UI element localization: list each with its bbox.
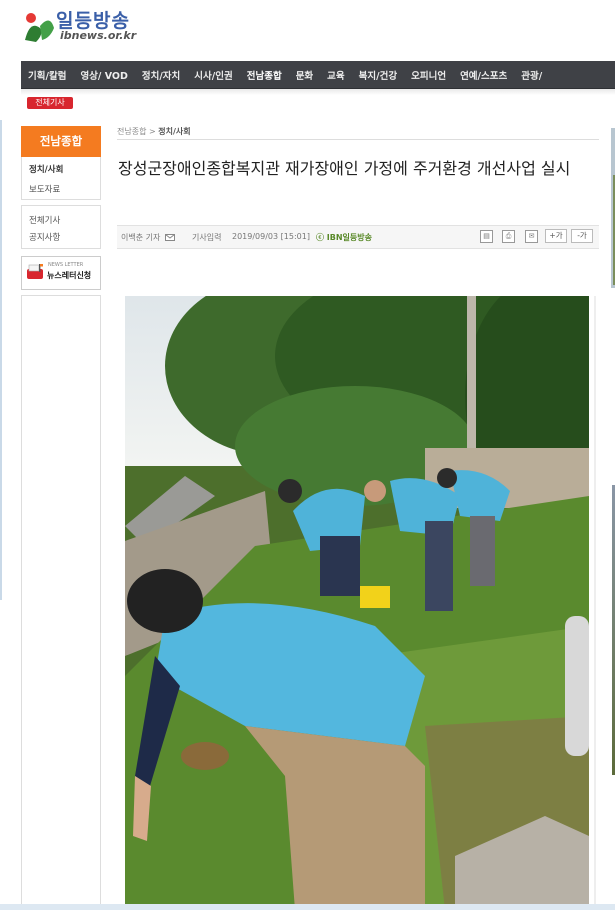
- nav-item-8[interactable]: 오피니언: [404, 68, 453, 82]
- reporter-name[interactable]: 이백춘 기자: [121, 232, 175, 243]
- nav-item-10[interactable]: 관광/: [514, 68, 549, 82]
- bottom-strip: [0, 904, 615, 910]
- photo-shadow: [594, 296, 596, 910]
- all-articles-button[interactable]: 전체기사: [27, 97, 73, 109]
- nav-item-1[interactable]: 영상/ VOD: [73, 68, 134, 82]
- breadcrumb: 전남종합 > 정치/사회: [117, 126, 191, 137]
- nav-item-0[interactable]: 기획/칼럼: [21, 68, 73, 82]
- mailbox-icon: [27, 264, 43, 279]
- breadcrumb-divider: [117, 139, 599, 140]
- reporter-label: 이백춘 기자: [121, 233, 161, 242]
- sidebar-empty-box: [21, 295, 101, 907]
- nav-shadow: [21, 89, 615, 95]
- sidebar-link-notice[interactable]: 공지사항: [29, 231, 60, 243]
- newsletter-label[interactable]: 뉴스레터신청: [47, 270, 91, 281]
- left-edge-strip: [0, 120, 2, 600]
- list-icon[interactable]: ▤: [480, 230, 493, 243]
- breadcrumb-parent[interactable]: 전남종합: [117, 127, 146, 136]
- nav-item-6[interactable]: 교육: [320, 68, 351, 82]
- breadcrumb-current[interactable]: 정치/사회: [158, 127, 190, 136]
- print-icon[interactable]: ⎙: [502, 230, 515, 243]
- nav-item-5[interactable]: 문화: [289, 68, 320, 82]
- sidebar-header[interactable]: 전남종합: [21, 126, 101, 157]
- breadcrumb-separator: >: [149, 127, 156, 136]
- email-icon[interactable]: [164, 234, 175, 241]
- date-label: 기사입력: [192, 233, 222, 242]
- logo-url: ibnews.or.kr: [60, 29, 137, 42]
- article-source: ⓒ IBN일등방송: [316, 233, 372, 242]
- nav-item-2[interactable]: 정치/자치: [135, 68, 187, 82]
- nav-item-9[interactable]: 연예/스포츠: [453, 68, 514, 82]
- main-nav: 기획/칼럼 영상/ VOD 정치/자치 시사/인권 전남종합 문화 교육 복지/건강 오피니언 연…: [21, 61, 615, 90]
- sidebar-item-press[interactable]: 보도자료: [29, 183, 60, 195]
- article-title: 장성군장애인종합복지관 재가장애인 가정에 주거환경 개선사업 실시: [118, 159, 571, 178]
- nav-item-3[interactable]: 시사/인권: [187, 68, 239, 82]
- article-date: 2019/09/03 [15:01]: [232, 232, 310, 241]
- article-photo: [125, 296, 589, 910]
- sidebar-item-politics[interactable]: 정치/사회: [29, 163, 63, 175]
- nav-item-7[interactable]: 복지/건강: [352, 68, 404, 82]
- sidebar-link-all[interactable]: 전체기사: [29, 214, 60, 226]
- mail-icon[interactable]: ✉: [525, 230, 538, 243]
- font-increase-button[interactable]: +가: [545, 229, 567, 243]
- newsletter-small-text: NEWS LETTER: [48, 262, 84, 268]
- nav-item-4[interactable]: 전남종합: [240, 68, 289, 82]
- font-decrease-button[interactable]: -가: [571, 229, 593, 243]
